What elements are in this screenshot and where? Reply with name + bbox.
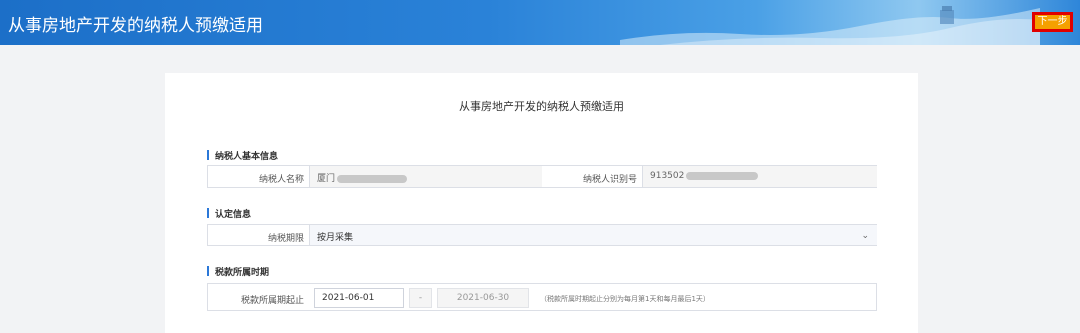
section-certification-info: 认定信息 bbox=[207, 207, 251, 220]
tax-period-select[interactable]: 按月采集 ⌄ bbox=[309, 225, 877, 245]
redacted-blur bbox=[337, 174, 408, 183]
section-taxpayer-basic-info: 纳税人基本信息 bbox=[207, 149, 278, 162]
taxpayer-id-field: 913502 bbox=[642, 166, 877, 187]
taxpayer-name-field: 厦门 bbox=[309, 166, 542, 187]
form-title: 从事房地产开发的纳税人预缴适用 bbox=[459, 100, 624, 113]
period-range-row: 税款所属期起止 2021-06-01 - 2021-06-30 （税款所属时期起… bbox=[207, 283, 877, 311]
taxpayer-name-label: 纳税人名称 bbox=[258, 175, 304, 185]
taxpayer-id-value: 913502 bbox=[650, 171, 685, 181]
great-wall-decoration bbox=[620, 6, 1040, 45]
page-title: 从事房地产开发的纳税人预缴适用 bbox=[8, 16, 263, 36]
period-hint: （税款所属时期起止分别为每月第1天和每月最后1天） bbox=[540, 295, 710, 303]
next-step-button[interactable]: 下一步 bbox=[1032, 12, 1073, 32]
period-end-input: 2021-06-30 bbox=[437, 288, 529, 308]
taxpayer-name-value: 厦门 bbox=[317, 174, 336, 184]
period-start-input[interactable]: 2021-06-01 bbox=[314, 288, 404, 308]
redacted-blur bbox=[686, 171, 759, 180]
form-card: 从事房地产开发的纳税人预缴适用 纳税人基本信息 纳税人名称 厦门 纳税人识别号 … bbox=[165, 73, 918, 333]
tax-period-value: 按月采集 bbox=[317, 233, 354, 243]
taxpayer-id-label: 纳税人识别号 bbox=[582, 175, 637, 185]
tax-period-label: 纳税期限 bbox=[267, 234, 304, 244]
tax-period-row: 纳税期限 按月采集 ⌄ bbox=[207, 224, 877, 246]
top-banner: 从事房地产开发的纳税人预缴适用 下一步 bbox=[0, 0, 1080, 45]
period-range-label: 税款所属期起止 bbox=[240, 296, 304, 306]
taxpayer-info-row: 纳税人名称 厦门 纳税人识别号 913502 bbox=[207, 165, 877, 188]
section-tax-period: 税款所属时期 bbox=[207, 265, 269, 278]
period-separator: - bbox=[409, 288, 432, 308]
chevron-down-icon: ⌄ bbox=[861, 231, 869, 241]
